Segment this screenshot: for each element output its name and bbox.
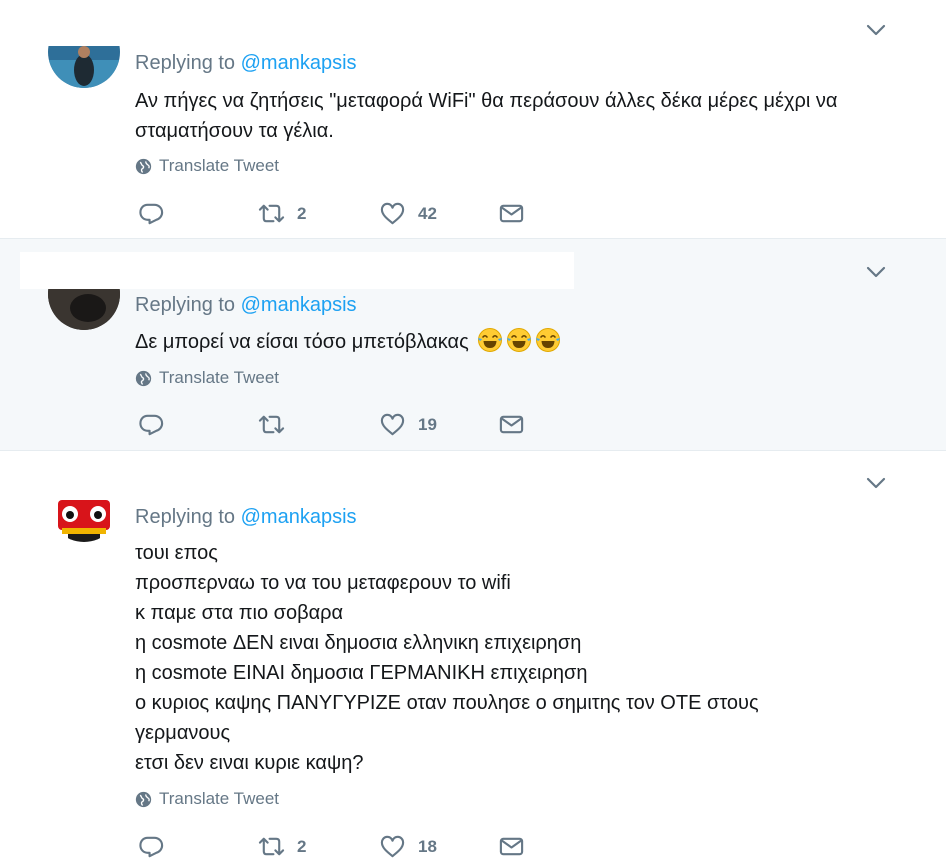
retweet-count: 2 (297, 203, 307, 223)
retweet-button[interactable] (258, 411, 297, 438)
chevron-down-icon[interactable] (864, 18, 888, 42)
tweet-text-line: τουι επος (135, 542, 218, 564)
like-count: 42 (418, 203, 437, 223)
envelope-icon (499, 837, 524, 856)
like-button[interactable]: 42 (379, 200, 437, 227)
translate-label: Translate Tweet (159, 156, 280, 175)
tweet-text-line: Δε μπορεί να είσαι τόσο μπετόβλακας (135, 331, 469, 353)
reply-button[interactable] (138, 200, 165, 227)
retweet-button[interactable]: 2 (258, 833, 306, 860)
reply-button[interactable] (138, 833, 165, 860)
globe-icon (135, 791, 152, 807)
tweet-1[interactable]: Replying to @mankapsis Αν πήγες να ζητήσ… (0, 0, 946, 239)
globe-icon (135, 370, 152, 386)
tweet-text-line: κ παμε στα πιο σοβαρα (135, 602, 344, 624)
translate-label: Translate Tweet (159, 368, 280, 387)
direct-message-button[interactable] (498, 411, 525, 438)
tweet-text-line: προσπερναω το να του μεταφερουν το wifi (135, 572, 511, 594)
mention-link[interactable]: @mankapsis (241, 52, 357, 74)
envelope-icon (499, 415, 524, 434)
heart-icon (380, 413, 405, 436)
tweet-text-line: γερμανους (135, 722, 231, 744)
replying-to: Replying to @mankapsis (135, 52, 357, 75)
reply-button[interactable] (138, 411, 165, 438)
tweet-text: Αν πήγες να ζητήσεις "μεταφορά WiFi" θα … (135, 90, 838, 142)
retweet-icon (258, 415, 285, 434)
retweet-icon (258, 837, 285, 856)
face-with-tears-of-joy-icon (478, 328, 503, 352)
heart-icon (380, 202, 405, 225)
replying-to: Replying to @mankapsis (135, 506, 357, 529)
globe-icon (135, 158, 152, 174)
redacted-area (20, 252, 574, 289)
like-count: 19 (418, 414, 437, 434)
replying-prefix: Replying to (135, 506, 236, 528)
translate-tweet-button[interactable]: Translate Tweet (135, 156, 279, 176)
replying-prefix: Replying to (135, 52, 236, 74)
tweet-text-line: η cosmote ΕΙΝΑΙ δημοσια ΓΕΡΜΑΝΙΚΗ επιχει… (135, 662, 588, 684)
tweet-text-line: ετσι δεν ειναι κυριε καψη? (135, 752, 364, 774)
translate-tweet-button[interactable]: Translate Tweet (135, 368, 279, 388)
reply-icon (139, 203, 164, 225)
retweet-button[interactable]: 2 (258, 200, 306, 227)
face-with-tears-of-joy-icon (536, 328, 561, 352)
heart-icon (380, 835, 405, 858)
translate-label: Translate Tweet (159, 789, 280, 808)
like-count: 18 (418, 836, 437, 856)
direct-message-button[interactable] (498, 833, 525, 860)
avatar[interactable] (48, 46, 120, 88)
tweet-text-line: η cosmote ΔΕΝ ειναι δημοσια ελληνικη επι… (135, 632, 582, 654)
tweet-text-line: ο κυριος καψης ΠΑΝΥΓΥΡΙΖΕ οταν πουλησε ο… (135, 692, 759, 714)
like-button[interactable]: 18 (379, 833, 437, 860)
envelope-icon (499, 204, 524, 223)
direct-message-button[interactable] (498, 200, 525, 227)
chevron-down-icon[interactable] (864, 471, 888, 495)
reply-icon (139, 414, 164, 436)
face-with-tears-of-joy-icon (507, 328, 532, 352)
translate-tweet-button[interactable]: Translate Tweet (135, 789, 279, 809)
like-button[interactable]: 19 (379, 411, 437, 438)
retweet-count: 2 (297, 836, 307, 856)
retweet-icon (258, 204, 285, 223)
replying-to: Replying to @mankapsis (135, 294, 357, 317)
tweet-text: τουι επος προσπερναω το να του μεταφερου… (135, 538, 835, 778)
mention-link[interactable]: @mankapsis (241, 294, 357, 316)
mention-link[interactable]: @mankapsis (241, 506, 357, 528)
replying-prefix: Replying to (135, 294, 236, 316)
chevron-down-icon[interactable] (864, 260, 888, 284)
tweet-text: Δε μπορεί να είσαι τόσο μπετόβλακας (135, 327, 561, 357)
reply-icon (139, 836, 164, 858)
